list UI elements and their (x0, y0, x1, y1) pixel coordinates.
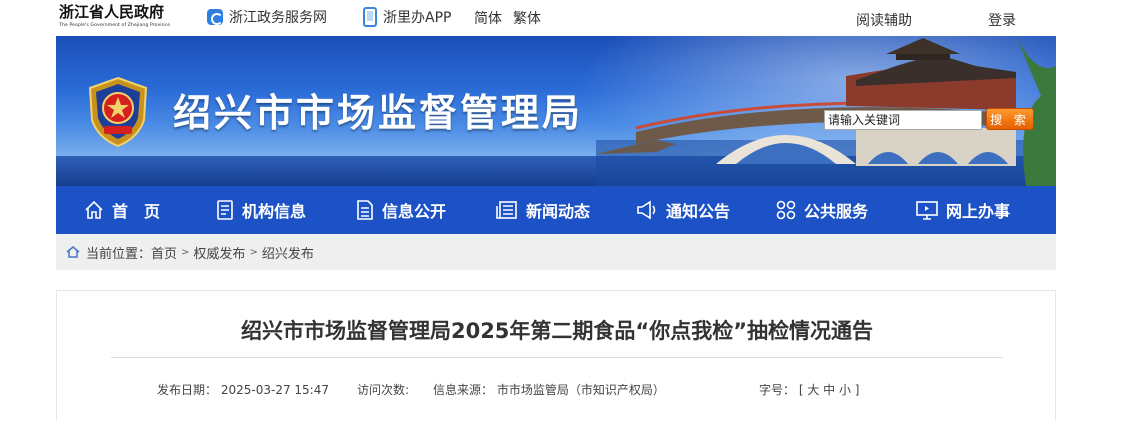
publish-date-label: 发布日期： (157, 383, 218, 397)
search-input[interactable]: 请输入关键词 (824, 110, 982, 130)
megaphone-icon (637, 200, 656, 220)
font-size-label: 字号： (759, 383, 796, 397)
nav-label: 首 页 (112, 202, 161, 221)
nav-label: 机构信息 (242, 202, 307, 221)
top-utility-bar: 浙江省人民政府 The People's Government of Zheji… (0, 0, 1134, 36)
zhejiang-gov-logo[interactable]: 浙江省人民政府 The People's Government of Zheji… (59, 4, 177, 32)
nav-item-home[interactable]: 首 页 (84, 186, 160, 234)
info-source: 信息来源： 市市场监管局（市知识产权局） (433, 381, 665, 398)
visit-count-label: 访问次数: (357, 383, 410, 397)
nav-item-public-services[interactable]: 公共服务 (776, 186, 868, 234)
nav-item-notices[interactable]: 通知公告 (636, 186, 730, 234)
gov-logo-english: The People's Government of Zhejiang Prov… (59, 22, 171, 28)
breadcrumb-authoritative-release[interactable]: 权威发布 (193, 243, 245, 262)
breadcrumb-shaoxing-release[interactable]: 绍兴发布 (262, 243, 314, 262)
site-title: 绍兴市市场监督管理局 (173, 91, 584, 135)
document-list-icon (217, 200, 233, 220)
phone-app-icon (363, 7, 377, 27)
publish-date: 发布日期： 2025-03-27 15:47 (157, 381, 329, 398)
nav-item-info-disclosure[interactable]: 信息公开 (356, 186, 446, 234)
zjzw-logo-icon (207, 9, 223, 25)
nav-item-online-services[interactable]: 网上办事 (916, 186, 1010, 234)
info-source-value: 市市场监管局（市知识产权局） (496, 383, 665, 397)
breadcrumb-separator: > (249, 246, 258, 258)
nav-label: 信息公开 (382, 202, 447, 221)
breadcrumb-prefix: 当前位置： (86, 246, 152, 262)
nav-item-news[interactable]: 新闻动态 (496, 186, 590, 234)
app-link-label: 浙里办APP (383, 10, 452, 26)
market-supervision-emblem[interactable] (86, 76, 150, 148)
nav-label: 新闻动态 (526, 202, 591, 221)
breadcrumb: 当前位置： 首页 > 权威发布 > 绍兴发布 (56, 234, 1056, 270)
login-link[interactable]: 登录 (988, 10, 1016, 30)
info-source-label: 信息来源： (433, 383, 494, 397)
breadcrumb-home[interactable]: 首页 (151, 243, 177, 262)
font-size-control: 字号： [ 大 中 小 ] (759, 381, 859, 398)
visit-count: 访问次数: (357, 381, 409, 398)
nav-label: 网上办事 (946, 202, 1011, 221)
article-container: 绍兴市市场监督管理局2025年第二期食品“你点我检”抽检情况通告 发布日期： 2… (56, 290, 1056, 421)
reading-aid-link[interactable]: 阅读辅助 (856, 10, 912, 30)
traditional-chinese-link[interactable]: 繁体 (513, 8, 541, 28)
nav-item-organization[interactable]: 机构信息 (216, 186, 306, 234)
zjzw-service-link[interactable]: 浙江政务服务网 (207, 7, 327, 27)
zjzw-link-label: 浙江政务服务网 (229, 10, 327, 26)
document-icon (357, 200, 373, 220)
zlb-app-link[interactable]: 浙里办APP (363, 7, 451, 27)
monitor-icon (916, 201, 938, 220)
title-divider (111, 357, 1003, 358)
grid-icon (776, 200, 796, 220)
article-title: 绍兴市市场监督管理局2025年第二期食品“你点我检”抽检情况通告 (240, 319, 874, 343)
newspaper-icon (496, 201, 517, 219)
publish-date-value: 2025-03-27 15:47 (220, 383, 329, 397)
site-banner: 绍兴市市场监督管理局 请输入关键词 搜 索 (56, 36, 1056, 186)
gov-logo-text: 浙江省人民政府 (59, 3, 165, 21)
simplified-chinese-link[interactable]: 简体 (474, 8, 502, 28)
home-icon (85, 200, 103, 219)
nav-label: 公共服务 (804, 202, 869, 221)
nav-label: 通知公告 (666, 202, 731, 221)
breadcrumb-separator: > (181, 246, 190, 258)
search-button[interactable]: 搜 索 (986, 108, 1034, 130)
main-navigation: 首 页 机构信息 信息公开 新闻动态 通知公告 公共服务 网上办事 (56, 186, 1056, 234)
font-size-options[interactable]: [ 大 中 小 ] (799, 383, 860, 397)
home-icon (66, 246, 80, 258)
